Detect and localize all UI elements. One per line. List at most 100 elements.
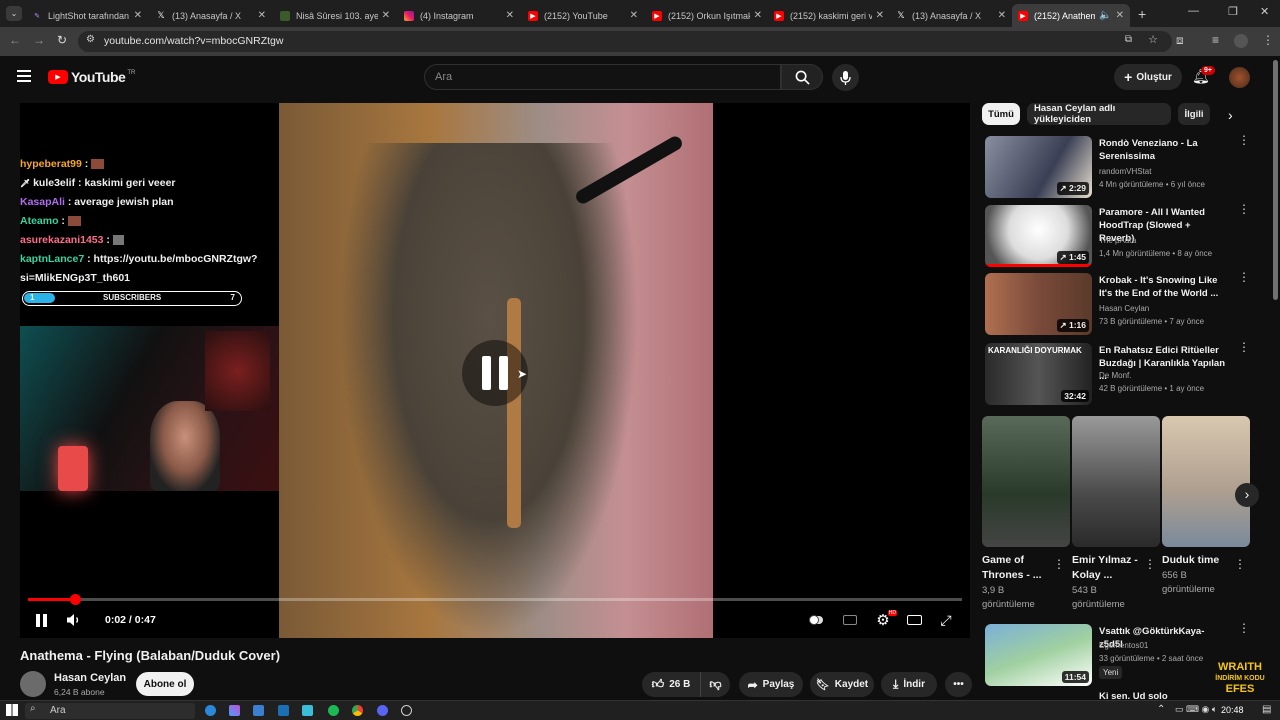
spotify-icon[interactable] [328,705,339,716]
copilot-icon[interactable] [229,705,240,716]
speaker-icon[interactable]: 🔈 [1099,10,1111,21]
channel-name[interactable]: De Monf. [1099,371,1131,380]
browser-tab-active[interactable]: ▶(2152) Anathema🔈✕ [1012,4,1130,27]
channel-avatar[interactable] [20,671,46,697]
browser-tab[interactable]: 𝕏 (13) Anasayfa / X ✕ [890,4,1012,27]
discord-icon[interactable] [377,705,388,716]
page-scrollbar[interactable] [1273,60,1278,300]
menu-kebab-icon[interactable]: ⋮ [1262,33,1274,47]
minimize-button[interactable]: — [1188,5,1199,17]
play-pause-button[interactable] [32,610,50,630]
short-thumbnail[interactable] [982,416,1070,547]
browser-tab[interactable]: ▶ (2152) Orkun Işıtmak ✕ [646,4,768,27]
clock[interactable]: 20:48 [1221,705,1244,715]
taskbar-search[interactable]: ⌕ Ara [25,703,195,719]
channel-name[interactable]: Egementos01 [1099,641,1148,650]
window-close-button[interactable]: ✕ [1260,5,1269,18]
hamburger-icon[interactable] [17,70,31,82]
channel-name[interactable]: Hasan Ceylan [54,672,126,684]
more-actions-button[interactable]: ••• [945,672,972,697]
notification-center-icon[interactable]: ▤ [1262,704,1271,715]
short-title[interactable]: Emir Yılmaz - Kolay ... [1072,553,1138,583]
close-icon[interactable]: ✕ [630,10,638,21]
autoplay-toggle[interactable] [806,610,826,630]
video-player[interactable]: hypeberat99 : 🗡 kule3elif : kaskimi geri… [20,103,970,638]
browser-tab[interactable]: ▶ (2152) YouTube ✕ [522,4,644,27]
profile-avatar[interactable] [1234,34,1248,48]
more-vertical-icon[interactable]: ⋮ [1144,558,1156,570]
edge-icon[interactable] [205,705,216,716]
chips-next-icon[interactable]: › [1228,107,1233,123]
short-thumbnail[interactable] [1162,416,1250,547]
close-icon[interactable]: ✕ [506,10,514,21]
channel-name[interactable]: randomVHStat [1099,167,1151,176]
account-avatar[interactable] [1229,67,1250,88]
store-icon[interactable] [253,705,264,716]
chip-all[interactable]: Tümü [982,103,1020,125]
close-icon[interactable]: ✕ [134,10,142,21]
tab-list-icon[interactable]: ⌄ [6,6,22,21]
fullscreen-button[interactable]: ⤢ [936,610,956,630]
more-vertical-icon[interactable]: ⋮ [1238,134,1250,146]
save-button[interactable]: 🔖︎ Kaydet [810,672,874,697]
channel-name[interactable]: Hasan Ceylan [1099,304,1149,313]
video-title[interactable]: Krobak - It's Snowing Like It's the End … [1099,274,1227,300]
progress-bar[interactable] [28,594,962,605]
tray-icons[interactable]: ▭ ⌨ ◉ 🔈︎ [1175,704,1217,715]
photos-icon[interactable] [302,705,313,716]
theater-mode-button[interactable] [904,610,924,630]
more-vertical-icon[interactable]: ⋮ [1234,558,1246,570]
browser-tab[interactable]: 𝕏 (13) Anasayfa / X ✕ [150,4,272,27]
install-app-icon[interactable]: ⧉ [1125,34,1132,45]
more-vertical-icon[interactable]: ⋮ [1238,203,1250,215]
progress-scrubber[interactable] [69,594,81,605]
chip-from-uploader[interactable]: Hasan Ceylan adlı yükleyiciden [1027,103,1171,125]
maximize-button[interactable]: ❐ [1228,5,1238,18]
recommended-video[interactable]: KARANLIĞI DOYURMAK 32:42 En Rahatsız Edi… [982,341,1250,407]
recommended-video[interactable]: ↗ 1:45 Paramore - All I Wanted HoodTrap … [982,203,1250,269]
browser-tab[interactable]: ✎ LightShot tarafından ✕ [26,4,148,27]
recommended-video[interactable]: ↗ 1:16 Krobak - It's Snowing Like It's t… [982,271,1250,337]
like-button[interactable]: 👍︎ 26 B [642,672,700,697]
browser-tab[interactable]: Nisâ Sûresi 103. ayeti ✕ [274,4,396,27]
mail-icon[interactable] [278,705,289,716]
chip-related[interactable]: İlgili [1178,103,1210,125]
more-vertical-icon[interactable]: ⋮ [1238,622,1250,634]
video-thumbnail[interactable]: ↗ 1:16 [985,273,1092,335]
browser-tab[interactable]: (4) Instagram ✕ [398,4,520,27]
more-vertical-icon[interactable]: ⋮ [1053,558,1065,570]
search-button[interactable] [781,64,823,90]
browser-tab[interactable]: ▶ (2152) kaskimi geri ve ✕ [768,4,890,27]
subscribe-button[interactable]: Abone ol [136,672,194,696]
new-tab-button[interactable]: + [1138,6,1146,22]
back-icon[interactable]: ← [9,33,21,47]
app-icon[interactable] [401,705,412,716]
close-icon[interactable]: ✕ [998,10,1006,21]
bookmark-star-icon[interactable]: ☆ [1148,33,1158,46]
site-info-icon[interactable]: ⚙ [86,34,95,45]
settings-button[interactable]: ⚙ HD [872,610,897,630]
close-icon[interactable]: ✕ [1116,10,1124,21]
voice-search-button[interactable] [832,64,859,91]
channel-name[interactable]: The pAura [1099,236,1136,245]
chrome-icon[interactable] [352,705,363,716]
youtube-logo[interactable]: ▶ YouTube TR [48,69,135,85]
video-thumbnail[interactable]: KARANLIĞI DOYURMAK 32:42 [985,343,1092,405]
media-control-icon[interactable]: ≡ [1212,33,1219,47]
video-thumbnail[interactable]: ↗ 2:29 [985,136,1092,198]
short-thumbnail[interactable] [1072,416,1160,547]
more-vertical-icon[interactable]: ⋮ [1238,341,1250,353]
notifications-button[interactable]: 🔔︎ 9+ [1192,66,1215,88]
address-bar[interactable]: ⚙ youtube.com/watch?v=mbocGNRZtgw ⧉ ☆ [78,31,1172,52]
extensions-icon[interactable]: ⧈ [1176,33,1184,48]
video-title[interactable]: Rondò Veneziano - La Serenissima [1099,137,1227,163]
close-icon[interactable]: ✕ [754,10,762,21]
dislike-button[interactable]: 👎︎ [700,672,730,697]
reload-icon[interactable]: ↻ [57,33,67,47]
video-thumbnail[interactable]: 11:54 [985,624,1092,686]
short-title[interactable]: Game of Thrones - ... [982,553,1042,583]
search-input[interactable]: Ara [424,64,781,90]
video-thumbnail[interactable]: ↗ 1:45 [985,205,1092,267]
create-button[interactable]: + Oluştur [1114,64,1182,90]
tray-chevron-icon[interactable]: ⌃ [1157,704,1165,715]
